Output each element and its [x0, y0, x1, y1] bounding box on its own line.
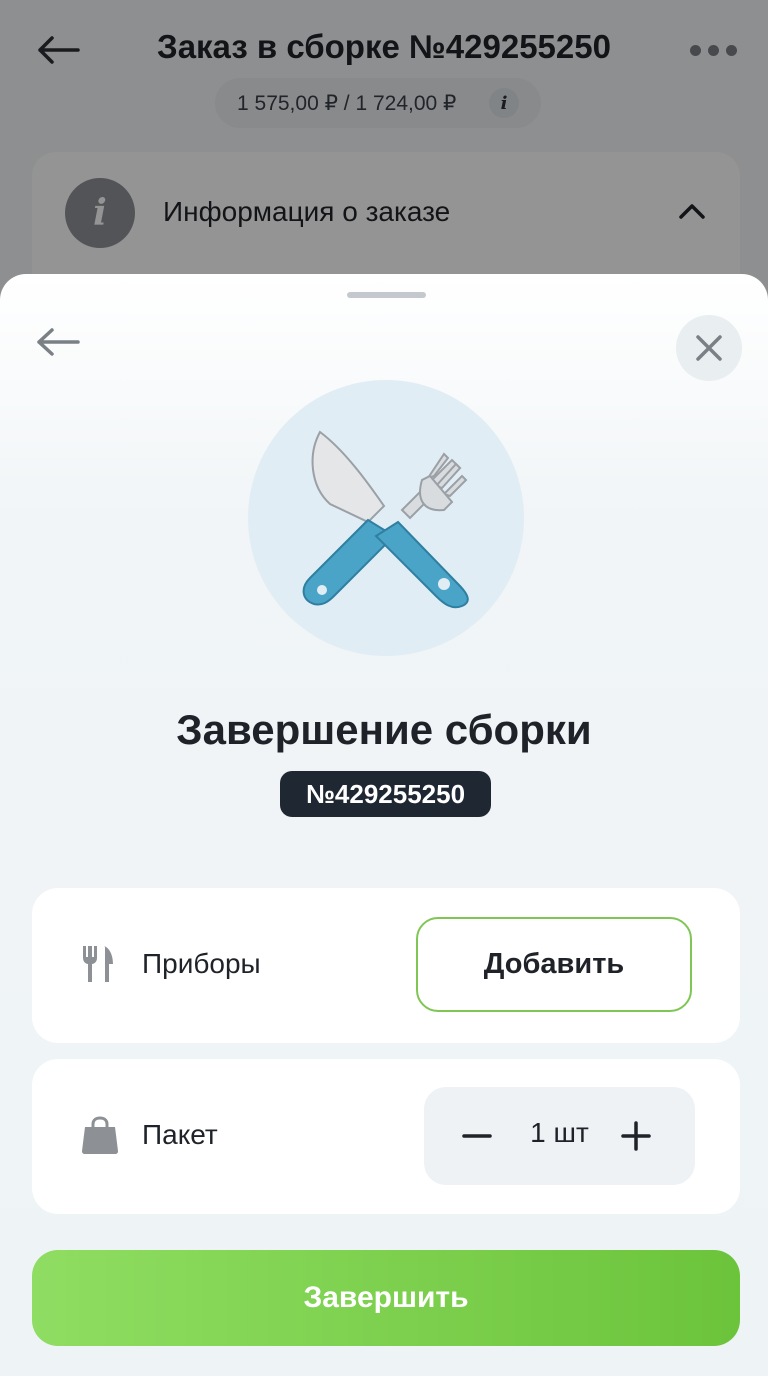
- cutlery-label: Приборы: [142, 948, 261, 979]
- sheet-back-button[interactable]: [30, 320, 86, 364]
- plus-icon: [621, 1121, 651, 1151]
- back-arrow-icon: [37, 328, 80, 356]
- bag-icon: [82, 1116, 118, 1154]
- cutlery-icon: [83, 946, 113, 982]
- cutlery-illustration: [248, 380, 524, 656]
- sheet-handle[interactable]: [347, 292, 426, 298]
- bag-row: Пакет 1 шт: [32, 1059, 740, 1214]
- increase-button[interactable]: [615, 1115, 657, 1157]
- order-number-badge: №429255250: [280, 771, 491, 817]
- bag-quantity-stepper: 1 шт: [424, 1087, 695, 1185]
- bottom-sheet: Завершение сборки №429255250 Приборы Доб…: [0, 274, 768, 1376]
- finish-button[interactable]: Завершить: [32, 1250, 740, 1346]
- sheet-title: Завершение сборки: [176, 706, 592, 753]
- cutlery-row: Приборы Добавить: [32, 888, 740, 1043]
- close-icon: [696, 335, 722, 361]
- close-button[interactable]: [676, 315, 742, 381]
- add-cutlery-button[interactable]: Добавить: [416, 917, 692, 1012]
- bag-label: Пакет: [142, 1119, 218, 1150]
- cutlery-hero-icon: [302, 430, 469, 609]
